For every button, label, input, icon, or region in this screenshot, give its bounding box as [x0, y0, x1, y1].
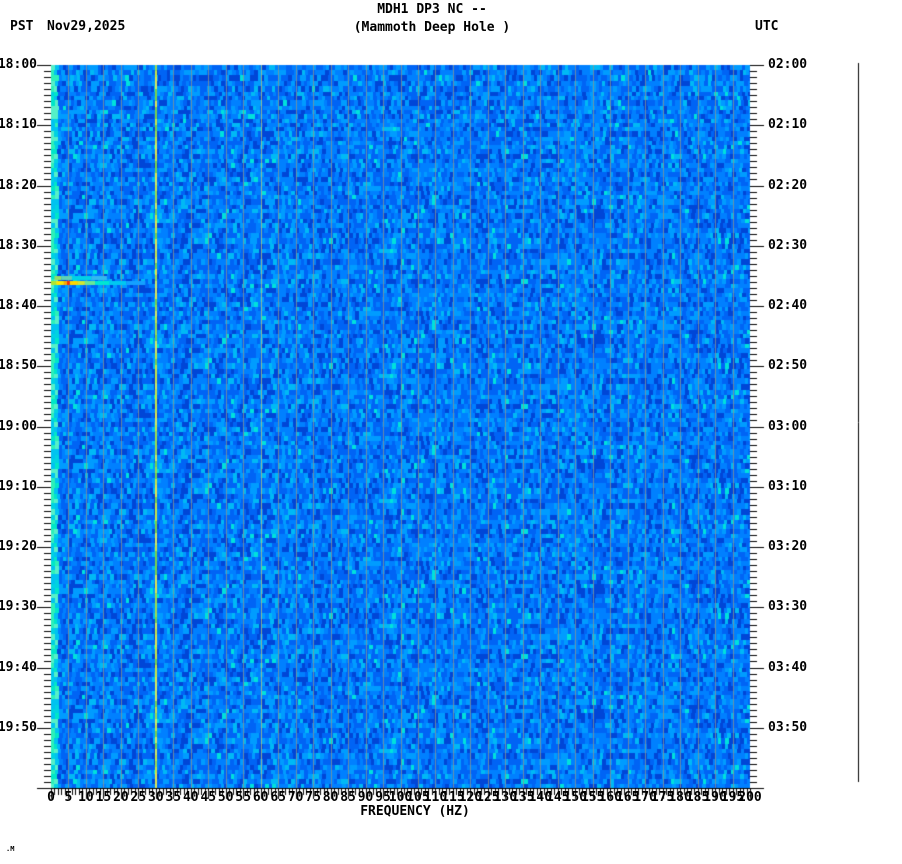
freq-tick-label: 50 [217, 790, 234, 805]
freq-tick-label: 40 [182, 790, 199, 805]
freq-tick-label: 60 [252, 790, 269, 805]
time-label-pst: 18:00 [0, 57, 37, 72]
time-label-utc: 02:20 [768, 177, 808, 193]
time-label-utc: 02:40 [768, 298, 808, 313]
time-label-pst: 19:50 [0, 719, 37, 735]
frequency-axis-title: FREQUENCY (HZ) [360, 804, 470, 819]
freq-tick-label: 25 [130, 790, 147, 805]
time-label-utc: 02:30 [768, 237, 808, 253]
time-label-utc: 03:50 [768, 719, 808, 735]
time-label-utc: 03:30 [768, 599, 808, 615]
time-label-pst: 19:20 [0, 539, 37, 554]
spectrogram-canvas [0, 0, 902, 864]
time-label-utc: 03:40 [768, 659, 808, 675]
freq-tick-label: 5 [64, 790, 73, 805]
time-label-pst: 18:40 [0, 298, 37, 313]
station-subtitle: (Mammoth Deep Hole ) [353, 20, 511, 35]
freq-tick-label: 70 [287, 790, 304, 805]
time-label-utc: 03:00 [768, 418, 808, 434]
timezone-right-label: UTC [755, 19, 779, 34]
time-label-pst: 18:20 [0, 177, 37, 193]
freq-tick-label: 10 [78, 790, 94, 805]
time-label-pst: 18:50 [0, 358, 37, 374]
time-label-utc: 03:20 [768, 539, 808, 554]
freq-tick-label: 65 [270, 790, 286, 805]
freq-tick-label: 80 [322, 790, 339, 805]
time-label-pst: 19:00 [0, 418, 37, 434]
time-label-utc: 03:10 [768, 478, 808, 494]
time-label-pst: 18:10 [0, 117, 37, 133]
freq-tick-label: 30 [148, 790, 164, 805]
freq-tick-label: 45 [200, 790, 217, 805]
freq-tick-label: 55 [235, 790, 252, 805]
freq-tick-label: 20 [113, 790, 129, 805]
time-label-pst: 19:30 [0, 599, 37, 615]
time-label-pst: 19:40 [0, 659, 37, 675]
station-title: MDH1 DP3 NC -- [377, 2, 487, 17]
time-label-utc: 02:10 [768, 117, 808, 133]
freq-tick-label: 90 [357, 790, 374, 805]
time-label-utc: 02:50 [768, 358, 808, 374]
spectrogram-page: PST Nov29,2025 MDH1 DP3 NC -- (Mammoth D… [0, 0, 902, 864]
freq-tick-label: 35 [165, 790, 182, 805]
freq-tick-label: 85 [340, 790, 356, 805]
time-label-utc: 02:00 [768, 57, 808, 72]
time-label-pst: 18:30 [0, 237, 37, 253]
freq-tick-label: 200 [738, 790, 762, 805]
freq-tick-label: 15 [95, 790, 112, 805]
time-label-pst: 19:10 [0, 478, 37, 494]
freq-tick-label: 0 [47, 790, 55, 805]
freq-tick-label: 75 [305, 790, 321, 805]
corner-mark: .M [6, 845, 15, 853]
